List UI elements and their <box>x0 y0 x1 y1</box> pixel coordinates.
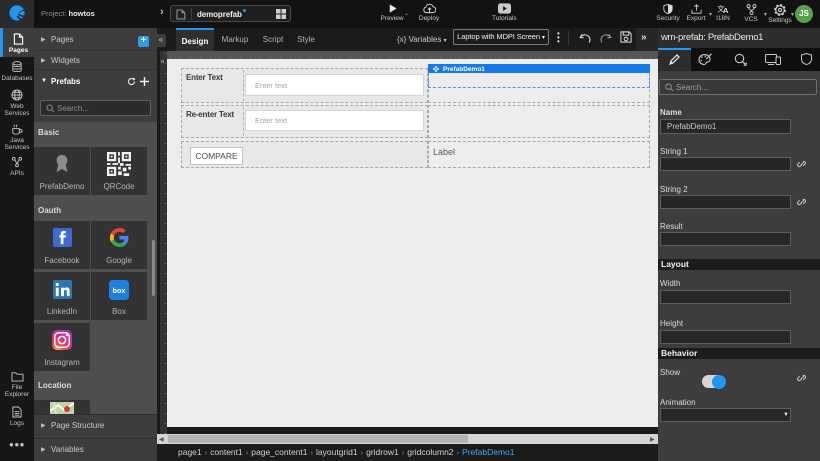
svg-text:box: box <box>113 287 126 295</box>
svg-text:A: A <box>723 6 729 14</box>
